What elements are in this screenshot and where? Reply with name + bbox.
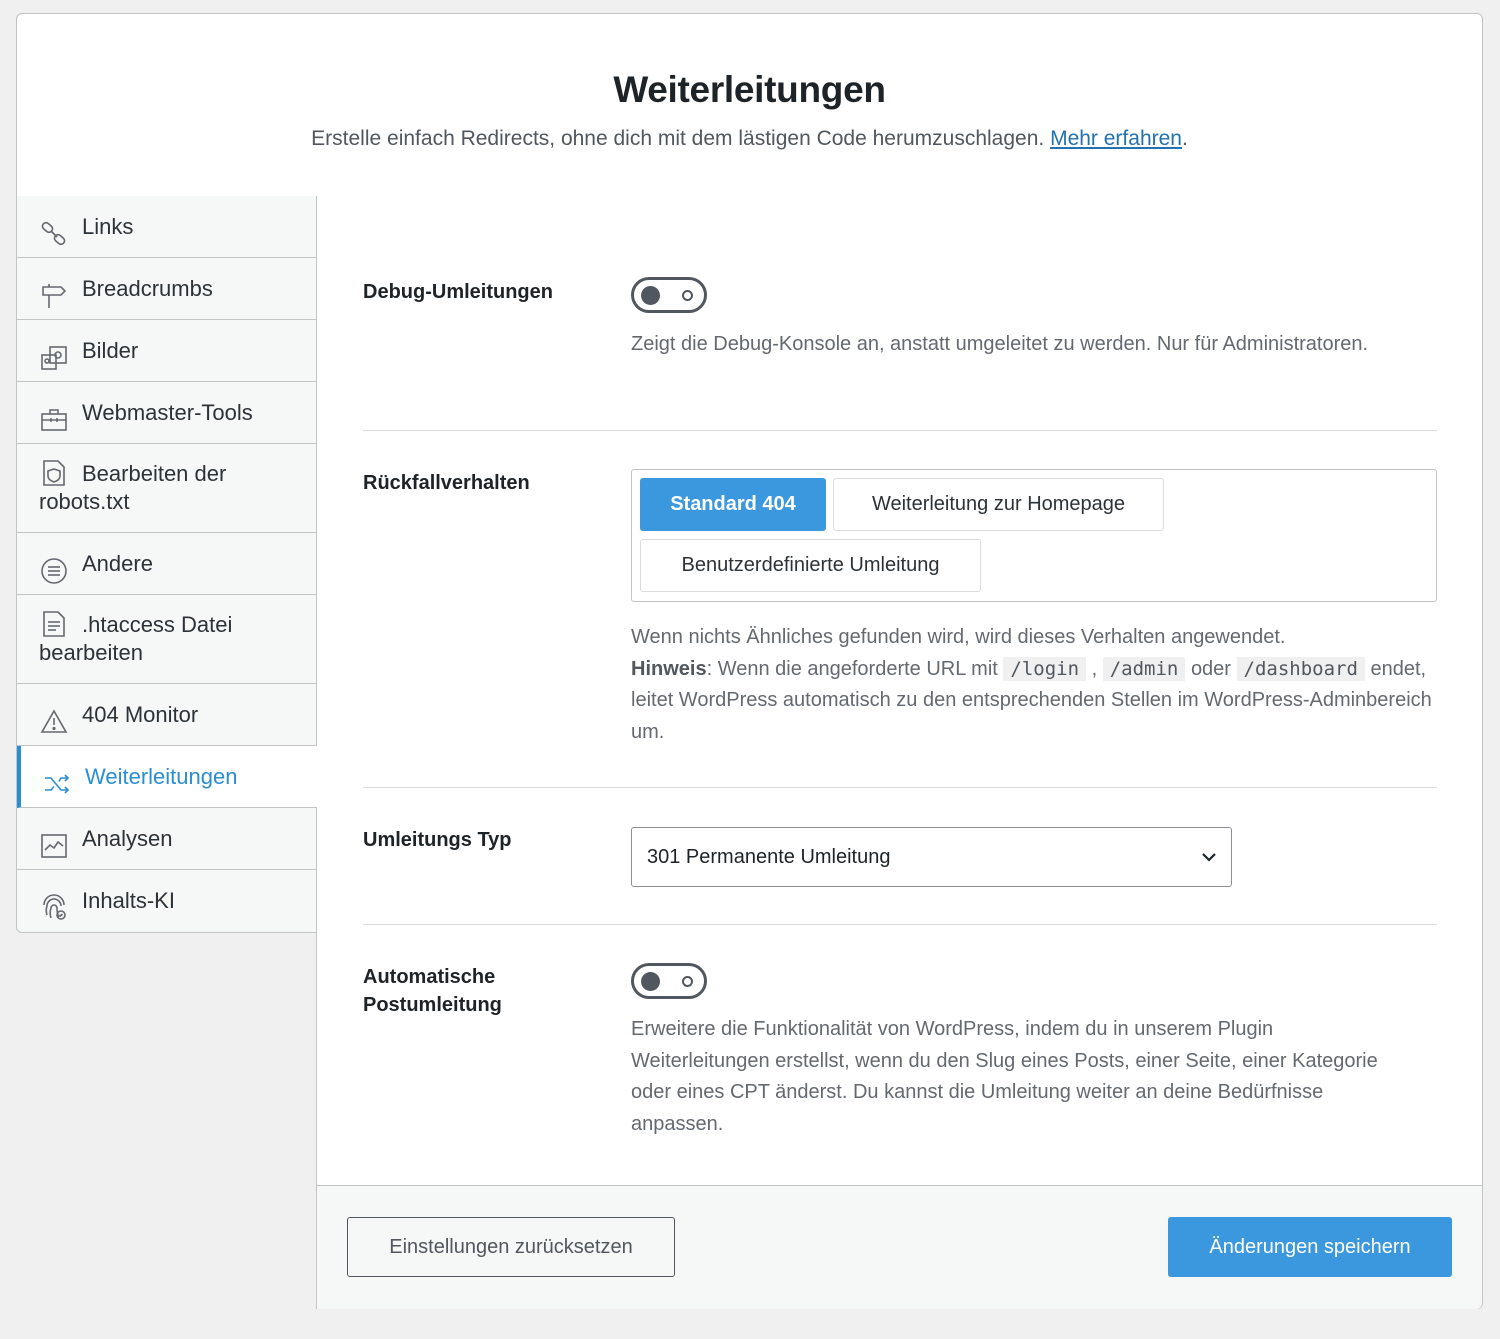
subtitle-period: . <box>1181 127 1188 150</box>
toggle-off-indicator <box>682 290 693 301</box>
setting-auto-post-redirect: Automatische Postumleitung Erweitere die… <box>363 963 1437 1143</box>
fingerprint-icon <box>39 885 69 920</box>
settings-footer: Einstellungen zurücksetzen Änderungen sp… <box>317 1185 1482 1309</box>
sidebar-item-weiterleitungen[interactable]: Weiterleitungen <box>17 746 317 808</box>
robots-file-icon <box>39 458 69 488</box>
sidebar-item-label: Bilder <box>82 338 139 363</box>
redirect-type-select[interactable]: 301 Permanente Umleitung <box>631 827 1232 887</box>
sidebar-item-htaccess[interactable]: .htaccess Datei bearbeiten <box>17 595 316 684</box>
sidebar-item-bilder[interactable]: Bilder <box>17 320 316 382</box>
setting-description: Erweitere die Funktionalität von WordPre… <box>631 1018 1378 1135</box>
signpost-icon <box>39 273 69 308</box>
page-subtitle: Erstelle einfach Redirects, ohne dich mi… <box>17 127 1482 151</box>
toggle-off-indicator <box>682 976 693 987</box>
select-value: 301 Permanente Umleitung <box>647 846 891 868</box>
sidebar-item-404-monitor[interactable]: 404 Monitor <box>17 684 316 746</box>
setting-description: Wenn nichts Ähnliches gefunden wird, wir… <box>631 622 1436 748</box>
toolbox-icon <box>39 397 69 431</box>
fallback-option-custom[interactable]: Benutzerdefinierte Umleitung <box>640 539 981 592</box>
settings-sidebar: Links Breadcrumbs Bilder Webmaster-Tools… <box>16 196 317 933</box>
setting-label: Debug-Umleitungen <box>363 281 553 303</box>
divider <box>363 924 1437 925</box>
sidebar-item-label: Weiterleitungen <box>85 764 238 789</box>
hint-text: : Wenn die angeforderte URL mit <box>706 657 998 680</box>
setting-label: Rückfallverhalten <box>363 472 530 494</box>
sidebar-item-label: Inhalts-KI <box>82 888 175 913</box>
page-header: Weiterleitungen Erstelle einfach Redirec… <box>16 13 1483 197</box>
divider <box>363 430 1437 431</box>
sidebar-item-robots-txt[interactable]: Bearbeiten der robots.txt <box>17 444 316 533</box>
page-title: Weiterleitungen <box>613 69 886 110</box>
chevron-down-icon <box>1202 853 1216 862</box>
sidebar-item-label: Breadcrumbs <box>82 276 213 301</box>
setting-fallback-behavior: Rückfallverhalten Standard 404 Weiterlei… <box>363 469 1437 754</box>
reset-settings-button[interactable]: Einstellungen zurücksetzen <box>347 1217 675 1277</box>
setting-redirect-type: Umleitungs Typ 301 Permanente Umleitung <box>363 826 1437 896</box>
sidebar-item-label: Webmaster-Tools <box>82 400 253 425</box>
sidebar-item-label: Links <box>82 214 134 239</box>
code-dashboard: /dashboard <box>1236 656 1365 681</box>
sidebar-item-label: Analysen <box>82 826 173 851</box>
settings-content: Debug-Umleitungen Zeigt die Debug-Konsol… <box>316 196 1483 1309</box>
sidebar-item-analysen[interactable]: Analysen <box>17 808 316 870</box>
setting-description: Zeigt die Debug-Konsole an, anstatt umge… <box>631 333 1369 355</box>
fallback-button-group: Standard 404 Weiterleitung zur Homepage … <box>631 469 1437 602</box>
fallback-desc-text: Wenn nichts Ähnliches gefunden wird, wir… <box>631 626 1286 648</box>
file-text-icon <box>39 609 69 639</box>
sidebar-item-links[interactable]: Links <box>17 196 316 258</box>
fallback-option-homepage[interactable]: Weiterleitung zur Homepage <box>833 478 1164 531</box>
toggle-knob <box>641 972 660 991</box>
toggle-knob <box>641 286 660 305</box>
sidebar-item-label: 404 Monitor <box>82 702 199 727</box>
debug-redirects-toggle[interactable] <box>631 277 707 313</box>
hint-label: Hinweis <box>631 657 707 680</box>
link-icon <box>39 211 69 245</box>
learn-more-link[interactable]: Mehr erfahren <box>1050 127 1182 150</box>
images-icon <box>39 335 69 370</box>
setting-label: Automatische Postumleitung <box>363 966 502 1016</box>
sidebar-item-andere[interactable]: Andere <box>17 533 316 595</box>
sidebar-item-webmaster-tools[interactable]: Webmaster-Tools <box>17 382 316 444</box>
code-admin: /admin <box>1102 656 1186 681</box>
code-login: /login <box>1003 656 1087 681</box>
code-separator: , <box>1091 657 1098 680</box>
sidebar-item-inhalts-ki[interactable]: Inhalts-KI <box>17 870 316 932</box>
setting-debug-redirects: Debug-Umleitungen Zeigt die Debug-Konsol… <box>363 277 1437 398</box>
divider <box>363 787 1437 788</box>
fallback-option-standard-404[interactable]: Standard 404 <box>640 478 826 531</box>
subtitle-text: Erstelle einfach Redirects, ohne dich mi… <box>311 127 1045 150</box>
shuffle-icon <box>42 761 72 794</box>
or-text: oder <box>1190 657 1231 680</box>
warning-icon <box>39 699 69 733</box>
auto-post-redirect-toggle[interactable] <box>631 963 707 999</box>
sidebar-item-label: Andere <box>82 551 153 576</box>
save-changes-button[interactable]: Änderungen speichern <box>1168 1217 1452 1277</box>
sidebar-item-breadcrumbs[interactable]: Breadcrumbs <box>17 258 316 320</box>
setting-label: Umleitungs Typ <box>363 829 512 851</box>
chart-icon <box>39 823 69 858</box>
list-circle-icon <box>39 548 69 584</box>
